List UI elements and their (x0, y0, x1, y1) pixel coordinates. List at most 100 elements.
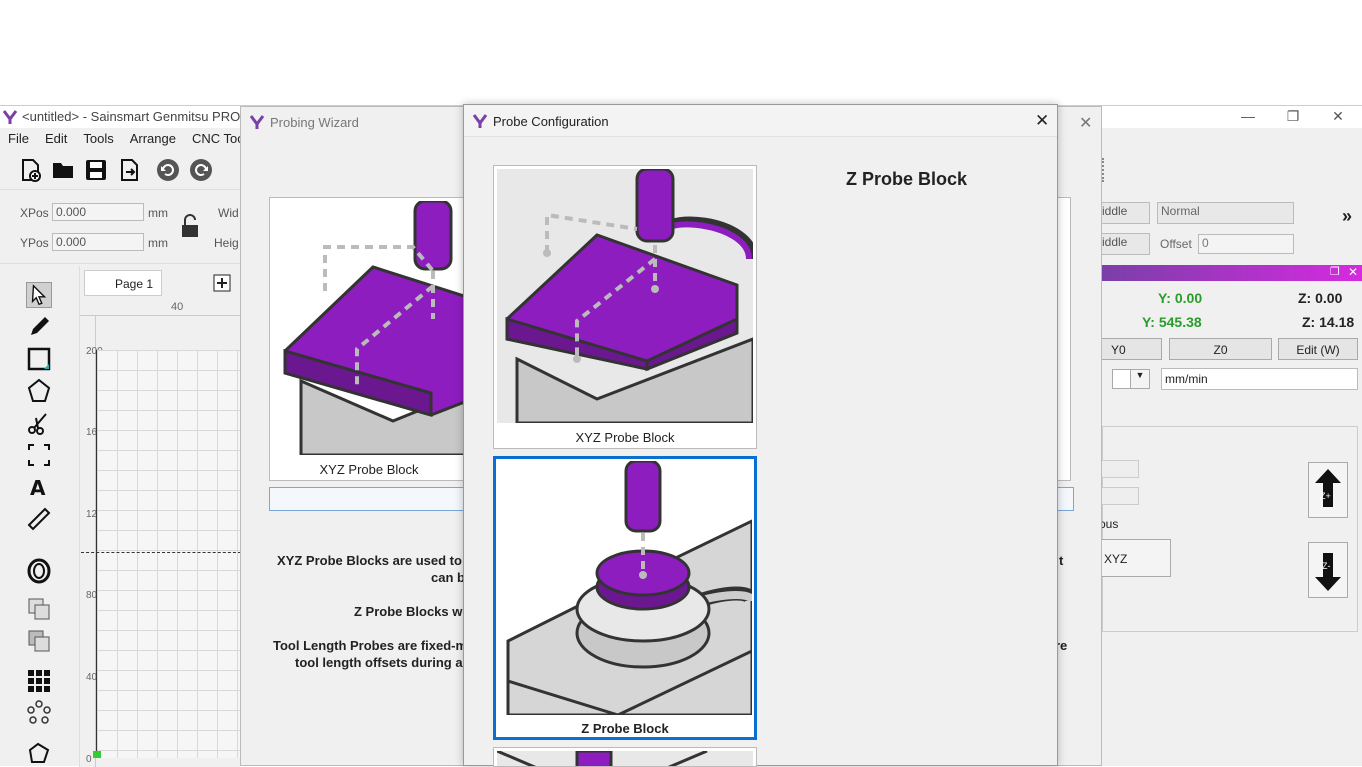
rectangle-tool-icon[interactable] (26, 346, 52, 372)
node-edit-icon[interactable] (26, 740, 52, 766)
z-up-arrow-icon: Z+ (1315, 469, 1341, 507)
work-y-readout: Y: 0.00 (1158, 290, 1203, 306)
option-caption: Z Probe Block (581, 721, 669, 736)
menu-arrange[interactable]: Arrange (122, 129, 184, 149)
workspace-grid[interactable] (81, 350, 241, 758)
ruler-left: 200 160 120 80 40 0 (80, 316, 103, 767)
new-file-icon[interactable] (18, 158, 42, 182)
menu-bar: File Edit Tools Arrange CNC Tools (0, 129, 262, 149)
float-icon[interactable]: ❐ (1330, 265, 1340, 278)
lock-icon[interactable] (180, 214, 200, 238)
close-panel-icon[interactable]: ✕ (1348, 265, 1358, 279)
probe-configuration-dialog: Probe Configuration ✕ Z Probe Block XYZ … (463, 104, 1058, 767)
polygon-tool-icon[interactable] (26, 378, 52, 404)
wizard-desc-line-3: Z Probe Blocks wo (354, 604, 471, 619)
tab-page-1[interactable]: Page 1 (84, 270, 162, 296)
y0-button[interactable]: Y0 (1098, 338, 1162, 360)
wizard-card-caption: XYZ Probe Block (319, 462, 419, 477)
ruler-tick-label: 0 (86, 754, 92, 765)
select-tool-icon[interactable] (26, 282, 52, 308)
add-page-icon[interactable] (213, 274, 231, 292)
wizard-desc-line-2: can b (431, 570, 465, 585)
menu-edit[interactable]: Edit (37, 129, 75, 149)
app-logo-icon (2, 110, 18, 124)
wizard-probe-card[interactable]: XYZ Probe Block (269, 197, 469, 481)
pencil-tool-icon[interactable] (26, 314, 52, 340)
option-xyz-probe-block[interactable]: XYZ Probe Block (493, 165, 757, 449)
ypos-unit: mm (148, 236, 168, 250)
config-title: Probe Configuration (493, 114, 609, 129)
panel-header: ❐ ✕ (1102, 265, 1362, 281)
wizard-desc-line-1: XYZ Probe Blocks are used to s (277, 553, 473, 568)
z-down-arrow-icon: Z- (1315, 553, 1341, 591)
grid-array-icon[interactable] (26, 668, 52, 694)
config-close-icon[interactable]: ✕ (1035, 111, 1049, 131)
work-z-readout: Z: 0.00 (1298, 290, 1343, 306)
option-tool-length-probe[interactable] (493, 747, 757, 767)
app-title: <untitled> - Sainsmart Genmitsu PROVer (22, 109, 260, 124)
machine-z-readout: Z: 14.18 (1302, 314, 1355, 330)
feed-unit-select[interactable]: mm/min (1161, 368, 1358, 390)
origin-marker (93, 751, 101, 758)
z-probe-illustration (498, 461, 752, 715)
menu-file[interactable]: File (0, 129, 37, 149)
wizard-desc-line-4: Tool Length Probes are fixed-m (273, 638, 468, 653)
text-tool-icon[interactable]: A (26, 474, 52, 500)
z-down-button[interactable]: Z- (1308, 542, 1348, 598)
app-logo-icon (249, 115, 265, 129)
xyz-probe-illustration (497, 169, 753, 423)
width-label: Wid (218, 206, 239, 220)
center-line (81, 552, 241, 553)
wizard-desc-line-1-right: t (1059, 553, 1064, 568)
boolean-icon[interactable] (26, 628, 52, 654)
position-bar: XPos 0.000 mm YPos 0.000 mm Wid Heig (0, 192, 240, 264)
xpos-unit: mm (148, 206, 168, 220)
crop-tool-icon[interactable] (26, 442, 52, 468)
open-folder-icon[interactable] (51, 158, 75, 182)
jog-step-input[interactable] (1101, 460, 1139, 478)
more-chevron-icon[interactable]: » (1342, 206, 1352, 227)
wizard-close-icon[interactable]: ✕ (1079, 113, 1092, 133)
canvas-area[interactable]: Page 1 40 200 160 120 80 40 0 (80, 266, 241, 767)
config-heading: Z Probe Block (846, 169, 968, 189)
weld-icon[interactable] (26, 596, 52, 622)
svg-text:A: A (30, 476, 46, 500)
option-z-probe-block[interactable]: Z Probe Block (493, 456, 757, 740)
z-up-button[interactable]: Z+ (1308, 462, 1348, 518)
xpos-input[interactable]: 0.000 (52, 203, 144, 221)
left-toolbox: A (0, 266, 80, 767)
edit-w-button[interactable]: Edit (W) (1278, 338, 1358, 360)
offset-tool-icon[interactable] (26, 558, 52, 584)
measure-tool-icon[interactable] (26, 506, 52, 532)
offset-input[interactable]: 0 (1198, 234, 1294, 254)
undo-icon[interactable] (156, 158, 180, 182)
z-up-label: Z+ (1320, 491, 1331, 501)
xyz-probe-illustration (273, 201, 467, 455)
menu-tools[interactable]: Tools (75, 129, 121, 149)
save-icon[interactable] (84, 158, 108, 182)
offset-label: Offset (1160, 237, 1192, 251)
normal-select[interactable]: Normal (1157, 202, 1294, 224)
z0-button[interactable]: Z0 (1169, 338, 1272, 360)
ypos-label: YPos (20, 236, 49, 250)
mode-select-2[interactable]: iddle (1098, 233, 1150, 255)
z-down-label: Z- (1322, 561, 1331, 571)
wizard-desc-line-5: tool length offsets during a (295, 655, 463, 670)
right-panel: iddle Normal iddle Offset 0 » ❐ ✕ Y: 0.0… (1098, 106, 1362, 767)
jog-feed-input[interactable] (1101, 487, 1139, 505)
scissors-icon[interactable] (26, 410, 52, 436)
ruler-top: 40 (80, 300, 240, 316)
xpos-label: XPos (20, 206, 49, 220)
config-titlebar: Probe Configuration ✕ (464, 105, 1057, 137)
wizard-title: Probing Wizard (270, 115, 359, 130)
redo-icon[interactable] (189, 158, 213, 182)
mode-select-1[interactable]: iddle (1098, 202, 1150, 224)
ypos-input[interactable]: 0.000 (52, 233, 144, 251)
import-icon[interactable] (117, 158, 141, 182)
chevron-down-icon[interactable]: ▼ (1130, 369, 1150, 389)
app-logo-icon (472, 114, 488, 128)
xyz-button[interactable]: XYZ (1099, 539, 1171, 577)
panel-handle (1102, 158, 1108, 182)
jog-panel: ous XYZ Z+ Z- (1099, 426, 1358, 632)
circular-array-icon[interactable] (26, 700, 52, 726)
